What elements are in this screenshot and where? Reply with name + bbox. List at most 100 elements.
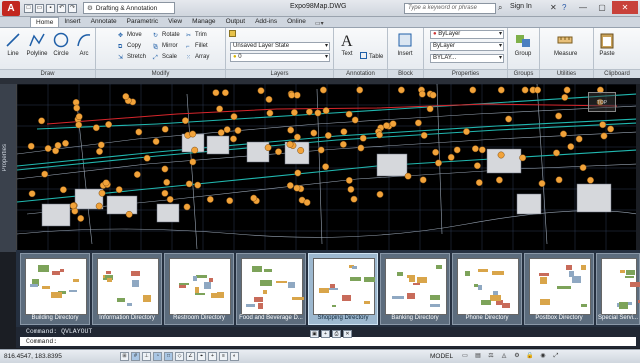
layout-thumb-postbox-directory[interactable]: Postbox Directory bbox=[524, 253, 594, 325]
search-icon[interactable]: ⌕ bbox=[498, 3, 502, 13]
minimize-icon[interactable]: — bbox=[574, 1, 592, 14]
current-layer-dropdown[interactable]: ● 0 bbox=[230, 53, 330, 62]
workspace-selector[interactable]: ⚙ Drafting & Annotation bbox=[83, 2, 175, 14]
polar-icon[interactable]: ◔ bbox=[153, 352, 162, 361]
save-icon[interactable]: ▪ bbox=[46, 3, 55, 13]
rotate-button[interactable]: ↻ Rotate bbox=[153, 30, 180, 40]
tab-home[interactable]: Home bbox=[30, 17, 60, 27]
workspace-switch-icon[interactable]: ⚙ bbox=[512, 352, 522, 361]
array-button[interactable]: ⁙ Array bbox=[186, 52, 209, 62]
tab-manage[interactable]: Manage bbox=[187, 17, 221, 27]
open-icon[interactable]: ▭ bbox=[35, 3, 44, 13]
tab-insert[interactable]: Insert bbox=[59, 17, 85, 27]
layer-properties-icon bbox=[229, 30, 236, 37]
annotation-scale-icon[interactable]: ⚖ bbox=[486, 352, 496, 361]
tab-add-ins[interactable]: Add-ins bbox=[250, 17, 282, 27]
utilities-panel-title[interactable]: Utilities bbox=[540, 69, 593, 78]
scale-button[interactable]: ⤢ Scale bbox=[153, 52, 177, 62]
tab-annotate[interactable]: Annotate bbox=[86, 17, 122, 27]
layer-properties-button[interactable] bbox=[229, 30, 238, 40]
drawing-canvas[interactable]: TOP bbox=[16, 84, 636, 252]
close-icon[interactable]: ✕ bbox=[612, 1, 638, 14]
application-menu-button[interactable]: A bbox=[2, 0, 20, 16]
modify-panel-title[interactable]: Modify bbox=[96, 69, 225, 78]
tab-output[interactable]: Output bbox=[221, 17, 251, 27]
lineweight-icon[interactable]: ≡ bbox=[219, 352, 228, 361]
stretch-button[interactable]: ⇲ Stretch bbox=[118, 52, 146, 62]
ribbon-minimize-icon[interactable]: ▭▾ bbox=[315, 20, 324, 27]
snap-icon[interactable]: ⊞ bbox=[120, 352, 129, 361]
circle-button[interactable]: Circle bbox=[50, 31, 72, 57]
layout-thumb-banking-directory[interactable]: Banking Directory bbox=[380, 253, 450, 325]
table-button[interactable]: Table bbox=[360, 52, 383, 62]
annotation-panel-title[interactable]: Annotation bbox=[334, 69, 387, 78]
annotation-visibility-icon[interactable]: ◬ bbox=[499, 352, 509, 361]
measure-button[interactable]: Measure bbox=[554, 31, 577, 57]
search-input[interactable]: Type a keyword or phrase bbox=[404, 3, 496, 14]
groups-panel-title[interactable]: Groups bbox=[508, 69, 539, 78]
publish-icon[interactable]: ⎙ bbox=[332, 330, 341, 338]
transparency-icon[interactable]: ◐ bbox=[230, 352, 239, 361]
layout-thumb-special-services[interactable]: Special Servi... bbox=[596, 253, 640, 325]
trim-button[interactable]: ✂ Trim bbox=[186, 30, 207, 40]
draw-panel-title[interactable]: Draw bbox=[0, 69, 95, 78]
redo-icon[interactable]: ↷ bbox=[68, 3, 77, 13]
close-quickview-icon[interactable]: ✕ bbox=[343, 330, 352, 338]
poi-marker bbox=[75, 113, 83, 121]
layout-thumb-information-directory[interactable]: Information Directory bbox=[92, 253, 162, 325]
osnap-icon[interactable]: □ bbox=[164, 352, 173, 361]
tab-online[interactable]: Online bbox=[282, 17, 311, 27]
pin-icon[interactable]: ▣ bbox=[310, 330, 319, 338]
layout-thumb-restroom-directory[interactable]: Restroom Directory bbox=[164, 253, 234, 325]
lock-icon[interactable]: 🔒 bbox=[525, 352, 535, 361]
viewcube[interactable]: TOP bbox=[588, 92, 616, 112]
tab-view[interactable]: View bbox=[163, 17, 187, 27]
model-space-button[interactable]: MODEL bbox=[430, 353, 453, 360]
tab-parametric[interactable]: Parametric bbox=[122, 17, 163, 27]
3d-osnap-icon[interactable]: ◇ bbox=[175, 352, 184, 361]
layers-panel-title[interactable]: Layers bbox=[226, 69, 333, 78]
ducs-icon[interactable]: ⌖ bbox=[197, 352, 206, 361]
isolate-icon[interactable]: ◉ bbox=[538, 352, 548, 361]
layout-thumb-shopping-directory[interactable]: Shopping Directory bbox=[308, 253, 378, 325]
undo-icon[interactable]: ↶ bbox=[57, 3, 66, 13]
paste-button[interactable]: Paste bbox=[596, 31, 618, 57]
line-button[interactable]: Line bbox=[2, 31, 24, 57]
insert-button[interactable]: Insert bbox=[394, 31, 416, 57]
move-button[interactable]: ✥ Move bbox=[118, 30, 142, 40]
arc-button[interactable]: Arc bbox=[73, 31, 95, 57]
properties-panel-title[interactable]: Properties bbox=[424, 69, 507, 78]
color-dropdown[interactable]: ● ByLayer bbox=[430, 30, 504, 39]
layout-thumb-phone-directory[interactable]: Phone Directory bbox=[452, 253, 522, 325]
poi-marker bbox=[293, 184, 301, 192]
lineweight-dropdown[interactable]: ByLayer bbox=[430, 42, 504, 51]
block-panel-title[interactable]: Block bbox=[388, 69, 423, 78]
quick-view-layouts-icon[interactable]: ▭ bbox=[460, 352, 470, 361]
new-layout-icon[interactable]: + bbox=[321, 330, 330, 338]
layout-thumb-building-directory[interactable]: Building Directory bbox=[20, 253, 90, 325]
grid-icon[interactable]: # bbox=[131, 352, 140, 361]
linetype-dropdown[interactable]: BYLAY... bbox=[430, 54, 504, 63]
clipboard-panel-title[interactable]: Clipboard bbox=[594, 69, 640, 78]
poi-marker bbox=[351, 116, 359, 124]
help-icon[interactable]: ? bbox=[562, 3, 566, 12]
text-button[interactable]: A Text bbox=[336, 31, 358, 57]
group-button[interactable]: Group bbox=[512, 31, 534, 57]
properties-palette-collapsed[interactable]: Properties bbox=[0, 84, 16, 252]
command-input[interactable]: Command: bbox=[20, 337, 636, 346]
maximize-icon[interactable]: ▢ bbox=[593, 1, 611, 14]
ortho-icon[interactable]: ⊥ bbox=[142, 352, 151, 361]
otrack-icon[interactable]: ∠ bbox=[186, 352, 195, 361]
polyline-button[interactable]: Polyline bbox=[26, 31, 48, 57]
new-icon[interactable]: □ bbox=[24, 3, 33, 13]
quick-view-drawings-icon[interactable]: ▤ bbox=[473, 352, 483, 361]
exchange-icon[interactable]: ✕ bbox=[550, 3, 557, 12]
layout-thumb-food-and-beverage[interactable]: Food and Beverage D... bbox=[236, 253, 306, 325]
mirror-button[interactable]: ⧎ Mirror bbox=[153, 41, 178, 51]
fillet-button[interactable]: ⌐ Fillet bbox=[186, 41, 208, 51]
dyn-icon[interactable]: + bbox=[208, 352, 217, 361]
layer-state-dropdown[interactable]: Unsaved Layer State bbox=[230, 42, 330, 51]
sign-in-button[interactable]: Sign In bbox=[510, 3, 532, 10]
copy-button[interactable]: ⧉ Copy bbox=[118, 41, 141, 51]
fullscreen-icon[interactable]: ⤢ bbox=[551, 352, 561, 361]
